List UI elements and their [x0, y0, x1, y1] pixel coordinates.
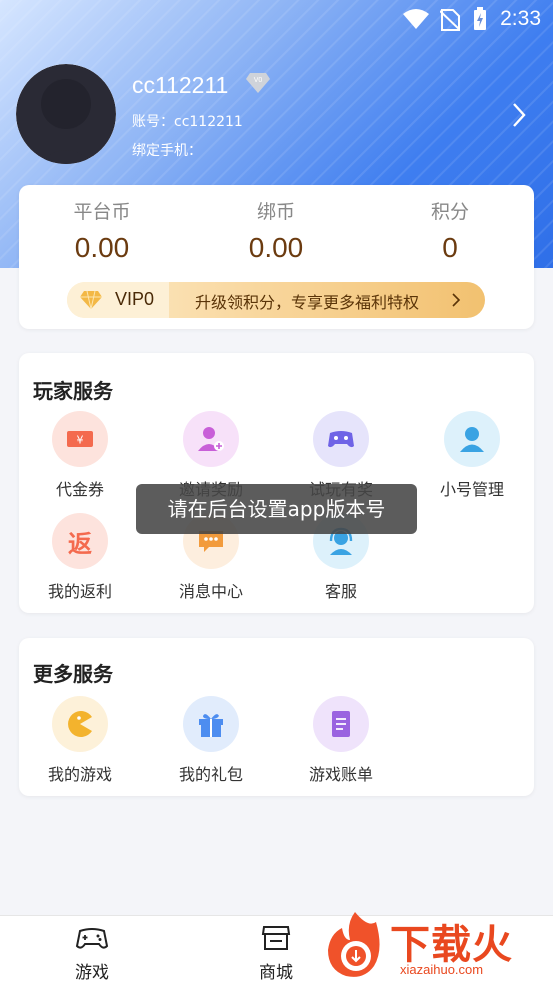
- wallet-card: 平台币 0.00 绑币 0.00 积分 0 VIP0 升级领积分，专享更多福利特…: [19, 185, 534, 329]
- status-bar: 2:33: [0, 0, 553, 40]
- status-time: 2:33: [500, 7, 541, 30]
- tab-games-label: 游戏: [75, 963, 109, 983]
- tab-games[interactable]: 游戏: [52, 924, 132, 983]
- vip-promo-text: 升级领积分，专享更多福利特权: [195, 293, 420, 312]
- watermark-url: xiazaihuo.com: [400, 962, 484, 977]
- rebate-glyph: 返: [68, 530, 92, 558]
- no-sim-icon: [440, 9, 460, 31]
- default-avatar-icon: [16, 64, 116, 164]
- game-bill-button[interactable]: 游戏账单: [286, 696, 396, 785]
- more-services-title: 更多服务: [33, 662, 113, 686]
- store-tab-icon: [261, 926, 291, 950]
- diamond-icon: [80, 290, 102, 310]
- my-games-button[interactable]: 我的游戏: [25, 696, 135, 785]
- invite-user-icon: [183, 411, 239, 467]
- chevron-right-icon[interactable]: [508, 100, 530, 130]
- sub-account-label: 小号管理: [439, 480, 504, 499]
- bound-coin[interactable]: 绑币 0.00: [206, 197, 346, 264]
- voucher-button[interactable]: ¥ 代金券: [25, 411, 135, 500]
- rebate-label: 我的返利: [47, 582, 112, 601]
- user-icon: [444, 411, 500, 467]
- voucher-icon: ¥: [52, 411, 108, 467]
- tab-store-label: 商城: [259, 963, 293, 983]
- vip-level-badge-icon: V0: [246, 73, 270, 93]
- vip-badge-text: V0: [254, 77, 263, 84]
- watermark-logo-icon: [328, 912, 380, 977]
- svg-text:¥: ¥: [77, 434, 84, 447]
- bound-phone: 绑定手机：: [132, 143, 202, 159]
- toast-message: 请在后台设置app版本号: [136, 484, 417, 534]
- tab-store[interactable]: 商城: [236, 924, 316, 983]
- chevron-right-icon: [452, 293, 461, 307]
- bound-coin-value: 0.00: [248, 232, 304, 263]
- player-services-title: 玩家服务: [33, 379, 113, 403]
- pacman-icon: [52, 696, 108, 752]
- game-bill-label: 游戏账单: [308, 765, 373, 784]
- rebate-icon: 返: [52, 513, 108, 569]
- watermark: 下载火 xiazaihuo.com: [322, 906, 553, 983]
- message-center-label: 消息中心: [178, 582, 243, 601]
- more-services-card: 更多服务 我的游戏 我的礼包 游戏账单: [19, 638, 534, 796]
- platform-coin-label: 平台币: [73, 201, 131, 223]
- points-label: 积分: [430, 201, 469, 223]
- gamepad-icon: [313, 411, 369, 467]
- platform-coin-value: 0.00: [74, 232, 130, 263]
- vip-level: VIP0: [115, 289, 155, 309]
- account-number: 账号：cc112211: [132, 114, 243, 130]
- platform-coin[interactable]: 平台币 0.00: [32, 197, 172, 264]
- rebate-button[interactable]: 返 我的返利: [25, 513, 135, 602]
- bound-coin-label: 绑币: [256, 201, 295, 223]
- voucher-label: 代金券: [55, 480, 104, 499]
- bill-icon: [313, 696, 369, 752]
- vip-upgrade-banner[interactable]: VIP0 升级领积分，专享更多福利特权: [67, 282, 485, 318]
- my-gifts-button[interactable]: 我的礼包: [156, 696, 266, 785]
- my-games-label: 我的游戏: [47, 765, 112, 784]
- gift-icon: [183, 696, 239, 752]
- username: cc112211: [132, 72, 229, 98]
- battery-charging-icon: [474, 7, 486, 30]
- gamepad-tab-icon: [75, 928, 109, 949]
- avatar[interactable]: [16, 64, 116, 164]
- player-services-card: 玩家服务 ¥ 代金券 邀请奖励 试玩有奖 小号管理 返 我的返利 消息中心: [19, 353, 534, 613]
- wifi-icon: [403, 9, 429, 29]
- customer-service-label: 客服: [324, 582, 357, 601]
- my-gifts-label: 我的礼包: [178, 765, 243, 784]
- sub-account-button[interactable]: 小号管理: [417, 411, 527, 500]
- points-value: 0: [442, 232, 458, 263]
- points[interactable]: 积分 0: [380, 197, 520, 264]
